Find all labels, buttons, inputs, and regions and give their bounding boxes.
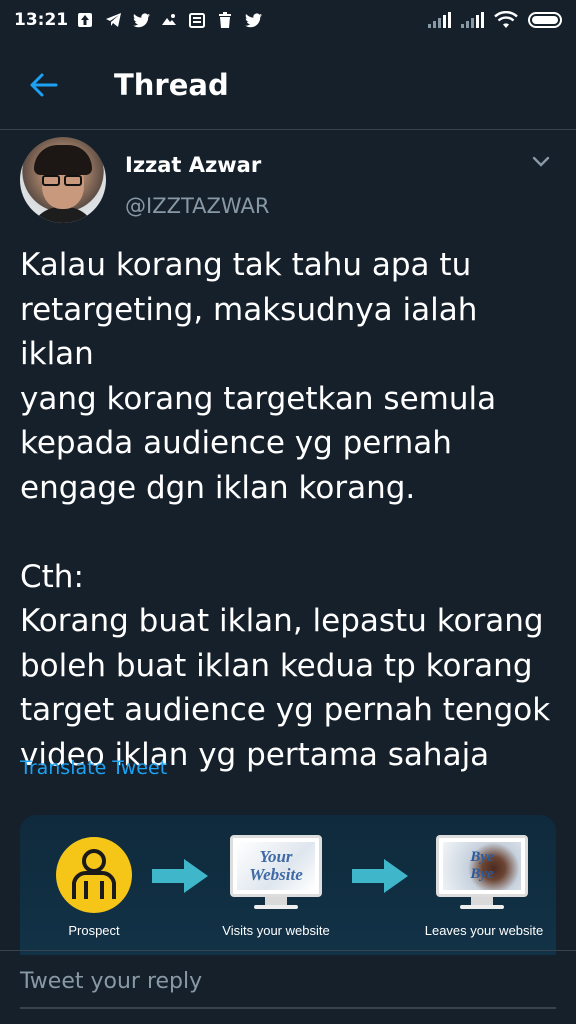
status-bar: 13:21 <box>0 0 576 40</box>
monitor-icon: Bye Bye <box>436 835 528 897</box>
telegram-icon <box>104 11 122 29</box>
trash-icon <box>216 11 234 29</box>
tweet-media-image[interactable]: Prospect Your Website Visits your websit… <box>20 815 556 955</box>
status-time: 13:21 <box>14 10 69 30</box>
stage-prospect: Prospect <box>20 815 170 955</box>
twitter-icon <box>244 11 262 29</box>
monitor-icon: Your Website <box>230 835 322 897</box>
signal-icon <box>428 12 451 28</box>
back-arrow-icon <box>30 73 58 96</box>
stage-leaves: Bye Bye Leaves your website <box>412 815 556 955</box>
author-handle[interactable]: @IZZTAZWAR <box>125 194 270 218</box>
page-title: Thread <box>114 67 229 102</box>
reply-input[interactable]: Tweet your reply <box>20 969 556 1009</box>
app-header: Thread <box>0 40 576 130</box>
notification-icons <box>76 11 262 29</box>
upload-icon <box>76 11 94 29</box>
news-icon <box>188 11 206 29</box>
back-button[interactable] <box>24 65 64 105</box>
avatar[interactable] <box>20 137 106 223</box>
twitter-icon <box>132 11 150 29</box>
tweet-author: Izzat Azwar @IZZTAZWAR <box>20 137 556 227</box>
status-bar-left: 13:21 <box>14 10 262 30</box>
stage-visits: Your Website Visits your website <box>210 815 370 955</box>
stage-label: Leaves your website <box>424 923 544 938</box>
person-icon <box>56 837 132 913</box>
signal-icon <box>461 12 484 28</box>
reply-bar: Tweet your reply <box>0 950 576 1024</box>
monitor-screen-text: Your Website <box>249 847 303 884</box>
author-name[interactable]: Izzat Azwar <box>125 153 261 177</box>
battery-icon <box>528 12 562 28</box>
translate-tweet-link[interactable]: Translate Tweet <box>20 757 167 779</box>
monitor-screen-text: Bye Bye <box>470 849 494 882</box>
wifi-icon <box>494 11 518 29</box>
tweet-menu-button[interactable] <box>526 147 556 177</box>
stage-label: Prospect <box>68 923 120 938</box>
weather-icon <box>160 11 178 29</box>
stage-label: Visits your website <box>222 923 330 938</box>
status-bar-right <box>428 11 562 29</box>
arrow-right-icon <box>352 859 408 893</box>
chevron-down-icon <box>532 156 550 167</box>
arrow-right-icon <box>152 859 208 893</box>
tweet-text: Kalau korang tak tahu apa tu retargeting… <box>20 247 551 773</box>
